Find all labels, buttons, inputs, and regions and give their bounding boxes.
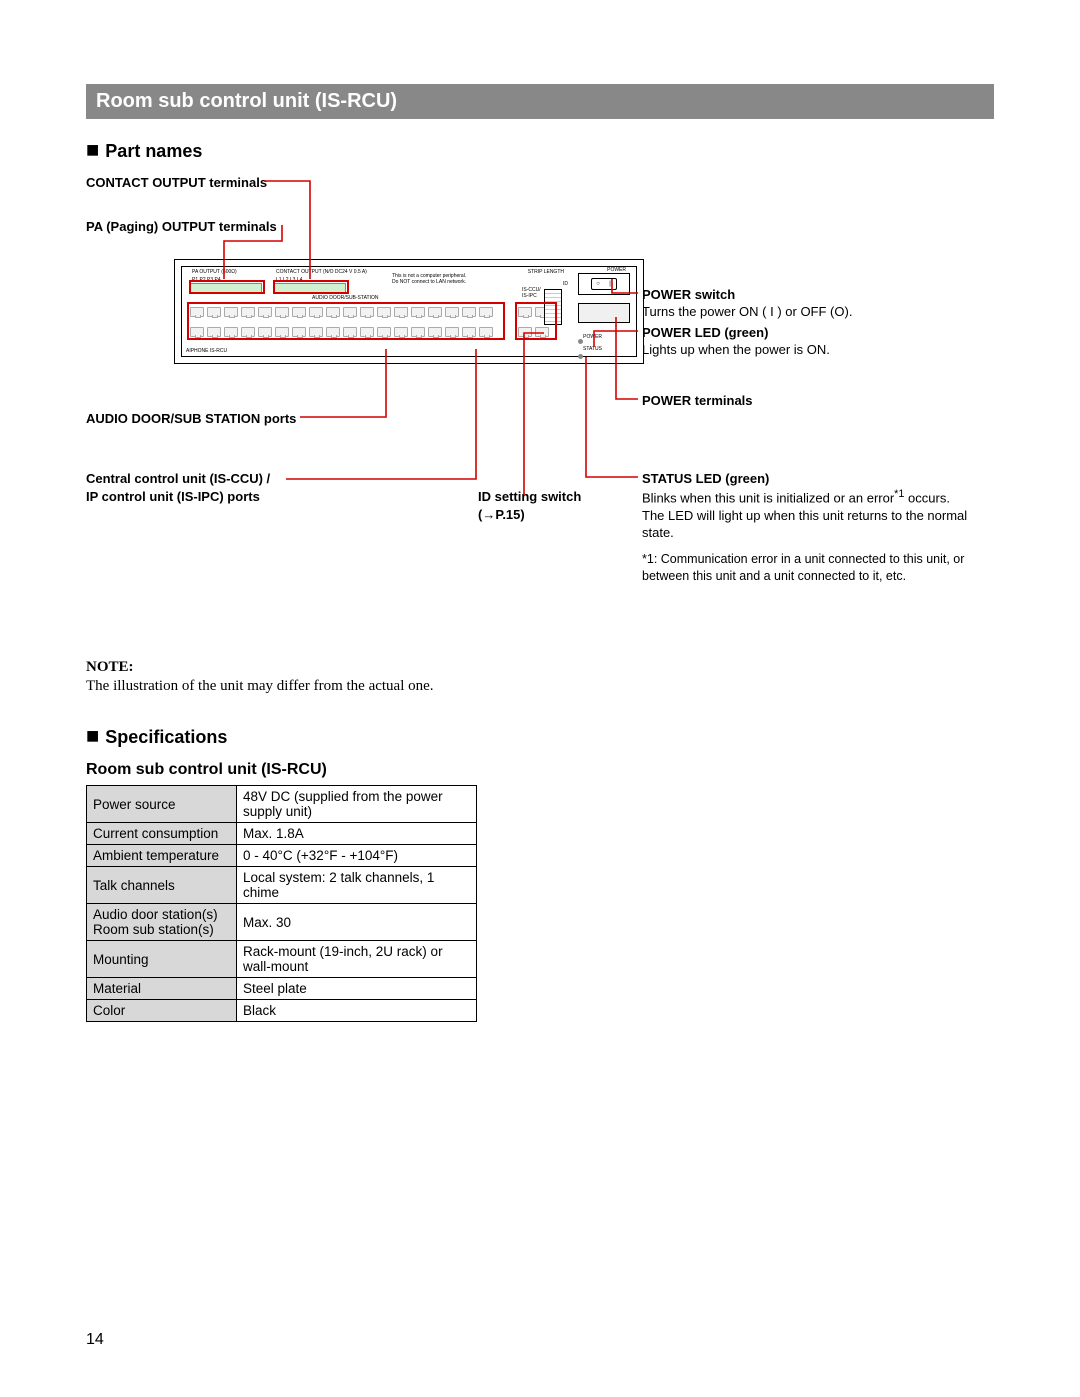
table-row: MountingRack-mount (19-inch, 2U rack) or… <box>87 941 477 978</box>
label-power-terminals: POWER terminals <box>642 393 753 408</box>
label-contact-output: CONTACT OUTPUT terminals <box>86 175 267 190</box>
square-bullet-icon: ■ <box>86 137 99 162</box>
note-label: NOTE: <box>86 659 994 676</box>
desc-power-led: Lights up when the power is ON. <box>642 341 972 359</box>
page-title-bar: Room sub control unit (IS-RCU) <box>86 84 994 119</box>
spec-key: Material <box>87 978 237 1000</box>
footnote-status: *1: Communication error in a unit connec… <box>642 551 982 585</box>
section-specifications: ■ Specifications <box>86 723 994 749</box>
device-illustration: This is not a computer peripheral. Do NO… <box>174 259 644 364</box>
spec-value: Max. 30 <box>237 904 477 941</box>
label-ccu-1: Central control unit (IS-CCU) / <box>86 471 270 486</box>
device-pa-label: PA OUTPUT (600Ω) <box>192 269 237 275</box>
status-desc-1: Blinks when this unit is initialized or … <box>642 490 894 505</box>
spec-value: Steel plate <box>237 978 477 1000</box>
note-text: The illustration of the unit may differ … <box>86 678 994 695</box>
spec-key: Power source <box>87 786 237 823</box>
spec-key: Audio door station(s)Room sub station(s) <box>87 904 237 941</box>
label-audio-door: AUDIO DOOR/SUB STATION ports <box>86 411 296 426</box>
page-number: 14 <box>86 1331 104 1349</box>
table-row: Audio door station(s)Room sub station(s)… <box>87 904 477 941</box>
table-row: Current consumptionMax. 1.8A <box>87 823 477 845</box>
device-id-label: ID <box>563 281 568 287</box>
label-power-switch: POWER switch <box>642 287 735 302</box>
spec-value: Local system: 2 talk channels, 1 chime <box>237 867 477 904</box>
label-status-led: STATUS LED (green) <box>642 471 769 486</box>
table-row: MaterialSteel plate <box>87 978 477 1000</box>
label-power-led: POWER LED (green) <box>642 325 768 340</box>
status-sup: *1 <box>894 488 904 500</box>
spec-key: Mounting <box>87 941 237 978</box>
label-id-switch-2: (→P.15) <box>478 507 525 522</box>
device-isccu-label: IS-CCU/IS-IPC <box>522 287 541 299</box>
device-contact-label: CONTACT OUTPUT (N/O DC24 V 0.5 A) <box>276 269 367 275</box>
spec-value: 0 - 40°C (+32°F - +104°F) <box>237 845 477 867</box>
footnote-text: Communication error in a unit connected … <box>642 552 964 583</box>
spec-value: Black <box>237 1000 477 1022</box>
table-row: Talk channelsLocal system: 2 talk channe… <box>87 867 477 904</box>
table-row: ColorBlack <box>87 1000 477 1022</box>
label-pa-output: PA (Paging) OUTPUT terminals <box>86 219 277 234</box>
desc-power-switch: Turns the power ON ( I ) or OFF (O). <box>642 303 972 321</box>
spec-key: Current consumption <box>87 823 237 845</box>
device-audio-label: AUDIO DOOR/SUB-STATION <box>312 295 378 301</box>
spec-value: Rack-mount (19-inch, 2U rack) or wall-mo… <box>237 941 477 978</box>
square-bullet-icon: ■ <box>86 723 99 748</box>
status-desc-2: occurs. <box>908 490 950 505</box>
note-block: NOTE: The illustration of the unit may d… <box>86 659 994 695</box>
spec-key: Talk channels <box>87 867 237 904</box>
part-names-label: Part names <box>105 141 202 161</box>
spec-value: Max. 1.8A <box>237 823 477 845</box>
part-names-diagram: CONTACT OUTPUT terminals PA (Paging) OUT… <box>86 175 994 635</box>
section-part-names: ■ Part names <box>86 137 994 163</box>
device-brand: AIPHONE IS-RCU <box>186 348 227 354</box>
spec-table: Power source48V DC (supplied from the po… <box>86 785 477 1022</box>
label-id-switch-1: ID setting switch <box>478 489 581 504</box>
label-ccu-2: IP control unit (IS-IPC) ports <box>86 489 260 504</box>
footnote-prefix: *1: <box>642 552 657 566</box>
device-caption-2: Do NOT connect to LAN network. <box>392 279 466 285</box>
desc-status-led: Blinks when this unit is initialized or … <box>642 487 982 542</box>
spec-key: Ambient temperature <box>87 845 237 867</box>
table-row: Ambient temperature0 - 40°C (+32°F - +10… <box>87 845 477 867</box>
spec-key: Color <box>87 1000 237 1022</box>
status-desc-3: The LED will light up when this unit ret… <box>642 508 967 541</box>
specs-subtitle: Room sub control unit (IS-RCU) <box>86 761 994 779</box>
table-row: Power source48V DC (supplied from the po… <box>87 786 477 823</box>
spec-value: 48V DC (supplied from the power supply u… <box>237 786 477 823</box>
specs-label: Specifications <box>105 727 227 747</box>
device-strip-label: STRIP LENGTH <box>528 269 564 275</box>
